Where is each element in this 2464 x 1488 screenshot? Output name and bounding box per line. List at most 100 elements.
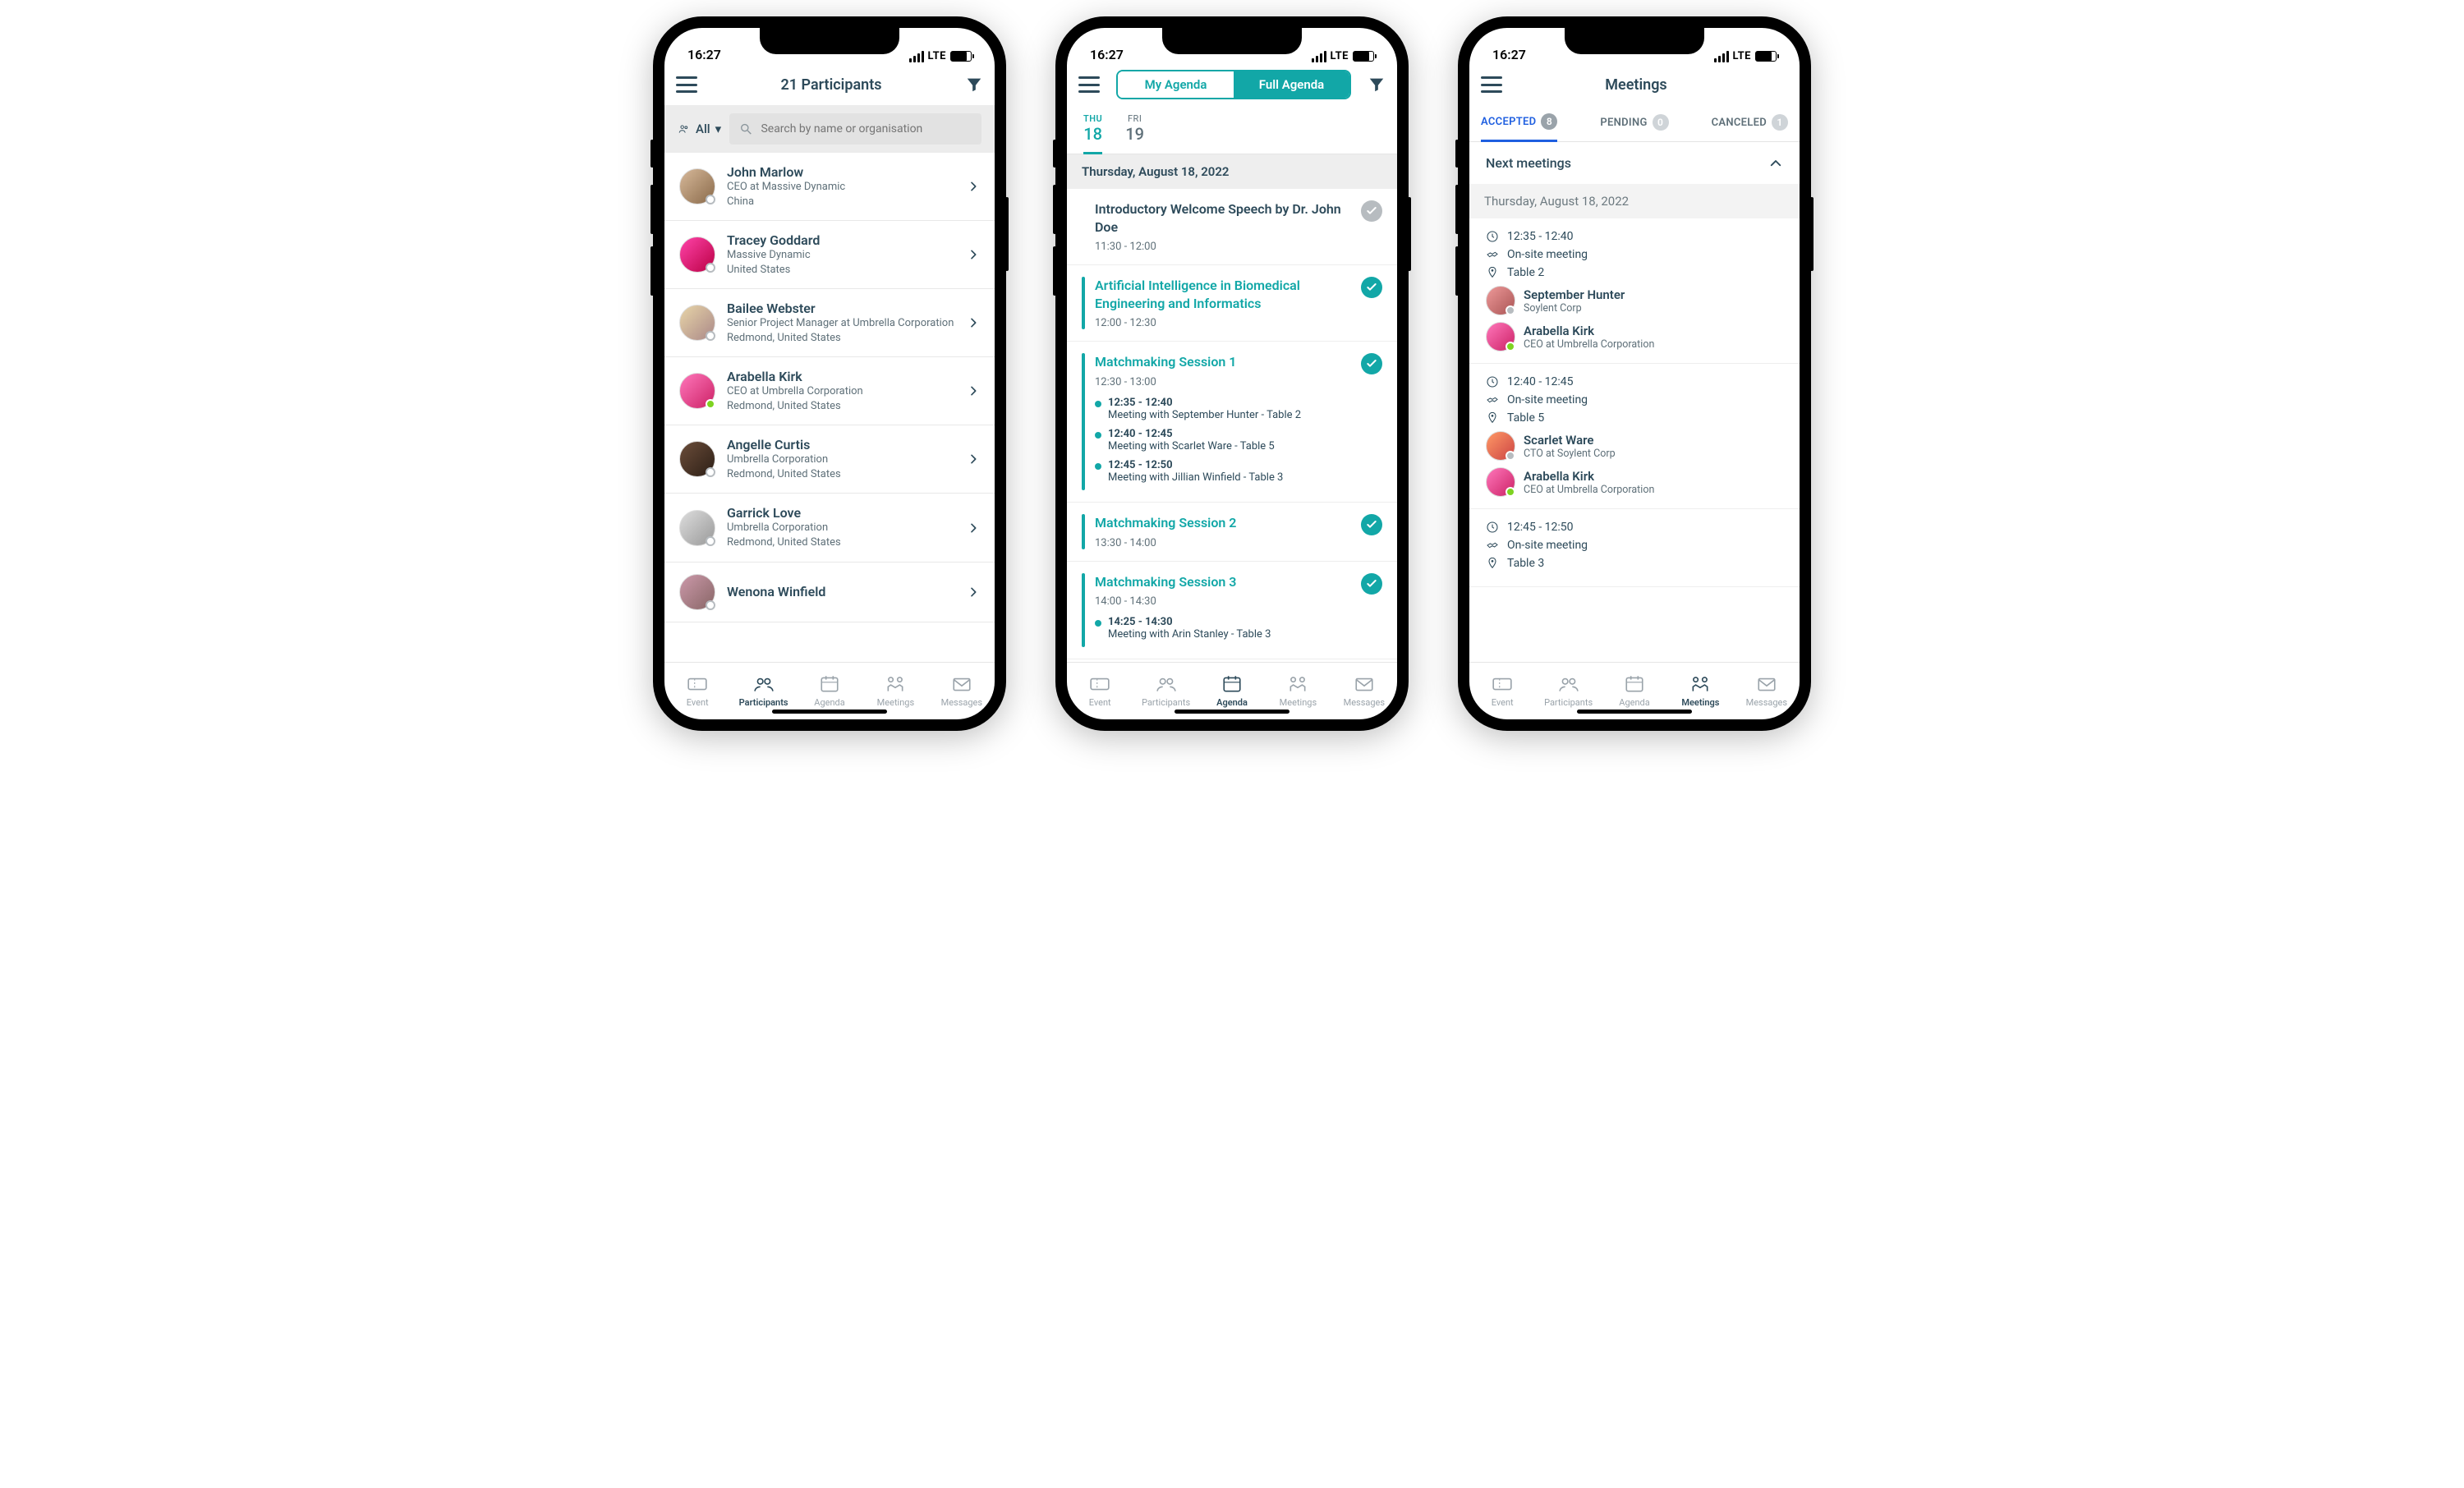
chevron-right-icon [967,316,980,329]
search-bar: All ▾ [664,105,995,153]
signal-icon [1312,51,1326,62]
handshake-icon [1486,248,1499,261]
clock-icon [1486,230,1499,243]
check-icon [1361,514,1382,535]
seg-full-agenda[interactable]: Full Agenda [1234,71,1349,98]
day-header: Thursday, August 18, 2022 [1067,154,1397,189]
check-icon [1361,277,1382,298]
nav-messages[interactable]: Messages [1331,663,1397,719]
avatar [1486,431,1515,461]
participant-sub: CEO at Massive Dynamic [727,180,955,195]
avatar [679,305,715,341]
participant-row[interactable]: John Marlow CEO at Massive Dynamic China [664,153,995,221]
participant-name: John Marlow [727,164,955,180]
participant-row[interactable]: Bailee Webster Senior Project Manager at… [664,289,995,357]
participant-name: Garrick Love [727,505,955,521]
participant-name: Tracey Goddard [727,232,955,248]
agenda-time: 14:00 - 14:30 [1095,595,1351,608]
check-icon [1361,573,1382,595]
caret-down-icon: ▾ [715,122,722,136]
check-icon [1361,353,1382,374]
participant-row[interactable]: Wenona Winfield [664,563,995,622]
participant-row[interactable]: Tracey Goddard Massive Dynamic United St… [664,221,995,289]
agenda-item[interactable]: Artificial Intelligence in Biomedical En… [1067,265,1397,342]
meeting-card[interactable]: 12:35 - 12:40 On-site meeting Table 2 Se… [1469,218,1800,364]
seg-my-agenda[interactable]: My Agenda [1118,71,1234,98]
agenda-sub[interactable]: 14:25 - 14:30Meeting with Arin Stanley -… [1095,616,1351,641]
day-tab[interactable]: THU 18 [1083,113,1102,154]
status-time: 16:27 [687,47,721,62]
participant-sub: Umbrella Corporation [727,452,955,467]
attendee[interactable]: September HunterSoylent Corp [1486,286,1783,315]
chevron-right-icon [967,452,980,466]
clock-icon [1486,521,1499,534]
handshake-icon [1486,539,1499,552]
avatar [679,373,715,409]
dot-icon [1095,432,1101,439]
nav-event[interactable]: Event [1067,663,1133,719]
agenda-title: Matchmaking Session 1 [1095,353,1351,371]
section-next-meetings[interactable]: Next meetings [1469,142,1800,184]
dot-icon [1095,401,1101,407]
participant-sub: Massive Dynamic [727,248,955,263]
clock-icon [1486,375,1499,388]
chevron-right-icon [967,180,980,193]
nav-messages[interactable]: Messages [929,663,995,719]
agenda-time: 13:30 - 14:00 [1095,537,1351,549]
attendee[interactable]: Arabella KirkCEO at Umbrella Corporation [1486,322,1783,351]
participant-row[interactable]: Garrick Love Umbrella Corporation Redmon… [664,494,995,562]
count-badge: 0 [1653,114,1669,131]
participant-row[interactable]: Angelle Curtis Umbrella Corporation Redm… [664,425,995,494]
agenda-item[interactable]: Matchmaking Session 2 13:30 - 14:00 [1067,503,1397,562]
people-icon [678,123,691,135]
chevron-right-icon [967,384,980,397]
nav-event[interactable]: Event [664,663,730,719]
phone-meetings: 16:27 LTE Meetings ACCEPTED 8 PENDING 0 … [1458,16,1811,731]
agenda-sub[interactable]: 12:45 - 12:50Meeting with Jillian Winfie… [1095,459,1351,484]
meeting-tab[interactable]: CANCELED 1 [1712,113,1788,141]
agenda-item[interactable]: Introductory Welcome Speech by Dr. John … [1067,189,1397,265]
network-label: LTE [928,50,946,62]
agenda-item[interactable]: Matchmaking Session 1 12:30 - 13:00 12:3… [1067,342,1397,503]
nav-event[interactable]: Event [1469,663,1535,719]
meeting-tab[interactable]: ACCEPTED 8 [1481,113,1557,142]
meeting-tab[interactable]: PENDING 0 [1600,113,1668,141]
filter-button[interactable] [1368,76,1386,94]
battery-icon [1353,51,1374,62]
agenda-segment: My Agenda Full Agenda [1116,70,1351,99]
search-input-wrap[interactable] [729,113,981,145]
avatar [679,441,715,477]
filter-button[interactable] [965,76,983,94]
agenda-item[interactable]: Matchmaking Session 3 14:00 - 14:30 14:2… [1067,562,1397,660]
nav-messages[interactable]: Messages [1734,663,1800,719]
meeting-card[interactable]: 12:40 - 12:45 On-site meeting Table 5 Sc… [1469,364,1800,509]
search-icon [739,122,752,136]
menu-button[interactable] [676,76,697,93]
pin-icon [1486,266,1499,279]
menu-button[interactable] [1481,76,1502,93]
avatar [679,237,715,273]
participant-sub: Senior Project Manager at Umbrella Corpo… [727,316,955,331]
day-tabs: THU 18 FRI 19 [1067,105,1397,154]
chevron-right-icon [967,586,980,599]
attendee[interactable]: Arabella KirkCEO at Umbrella Corporation [1486,467,1783,497]
participant-loc: Redmond, United States [727,331,955,346]
agenda-sub[interactable]: 12:40 - 12:45Meeting with Scarlet Ware -… [1095,428,1351,452]
search-input[interactable] [761,122,972,135]
day-tab[interactable]: FRI 19 [1125,113,1144,154]
avatar [679,510,715,546]
agenda-time: 12:30 - 13:00 [1095,376,1351,388]
attendee[interactable]: Scarlet WareCTO at Soylent Corp [1486,431,1783,461]
menu-button[interactable] [1078,76,1100,93]
filter-all-dropdown[interactable]: All ▾ [678,122,721,136]
signal-icon [909,51,924,62]
count-badge: 8 [1541,113,1557,130]
avatar [1486,286,1515,315]
agenda-sub[interactable]: 12:35 - 12:40Meeting with September Hunt… [1095,397,1351,421]
meeting-card[interactable]: 12:45 - 12:50 On-site meeting Table 3 [1469,509,1800,587]
phone-agenda: 16:27 LTE My Agenda Full Agenda THU 18 F… [1055,16,1409,731]
participant-name: Arabella Kirk [727,369,955,384]
participant-row[interactable]: Arabella Kirk CEO at Umbrella Corporatio… [664,357,995,425]
meeting-tabs: ACCEPTED 8 PENDING 0 CANCELED 1 [1469,105,1800,142]
chevron-up-icon [1768,156,1783,171]
